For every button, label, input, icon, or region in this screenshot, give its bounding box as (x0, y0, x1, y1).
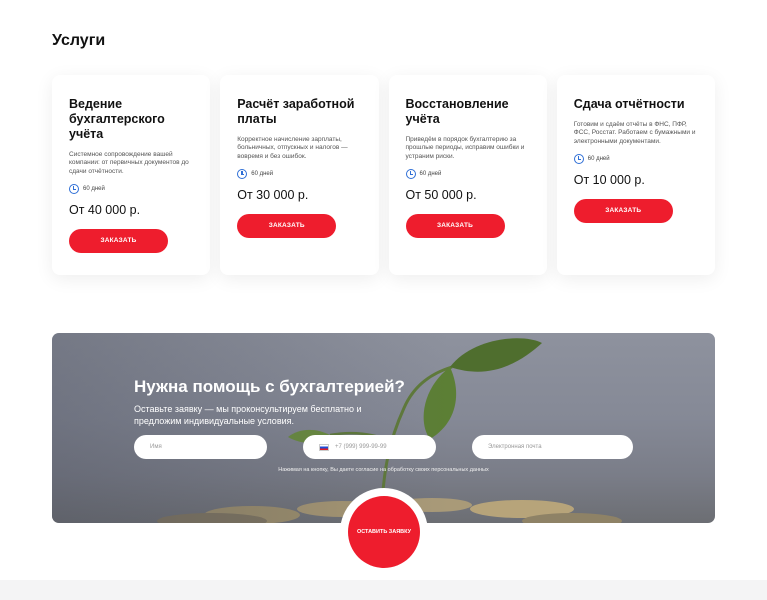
card-duration: 60 дней (405, 168, 530, 179)
card-price: От 40 000 р. (69, 202, 141, 217)
duration-label: 60 дней (419, 170, 442, 177)
clock-icon (405, 168, 416, 179)
email-input[interactable]: Электронная почта (472, 435, 633, 459)
phone-input[interactable]: +7 (999) 999-99-99 (303, 435, 436, 459)
card-description: Системное сопровождение вашей компании: … (69, 151, 189, 175)
service-card: Расчёт заработной платы Корректное начис… (220, 75, 379, 275)
card-duration: 60 дней (69, 183, 193, 194)
card-price: От 30 000 р. (237, 187, 309, 202)
clock-icon (69, 183, 79, 194)
service-card: Ведение бухгалтерского учёта Системное с… (52, 75, 211, 275)
card-duration: 60 дней (237, 168, 361, 179)
russia-flag-icon (319, 443, 329, 451)
name-input[interactable]: Имя (134, 435, 267, 459)
order-button[interactable]: ЗАКАЗАТЬ (405, 213, 505, 238)
card-price: От 10 000 р. (573, 172, 645, 187)
name-placeholder: Имя (150, 444, 162, 450)
duration-label: 60 дней (587, 155, 610, 162)
services-list: Ведение бухгалтерского учёта Системное с… (52, 75, 715, 275)
card-duration: 60 дней (573, 153, 698, 164)
cta-title: Нужна помощь с бухгалтерией? (134, 377, 405, 396)
order-button[interactable]: ЗАКАЗАТЬ (69, 228, 168, 253)
card-title: Ведение бухгалтерского учёта (69, 97, 165, 141)
submit-request-button[interactable]: ОСТАВИТЬ ЗАЯВКУ (348, 496, 420, 568)
card-description: Корректное начисление зарплаты, больничн… (237, 136, 348, 160)
card-description: Приведём в порядок бухгалтерию за прошлы… (405, 136, 525, 160)
clock-icon (573, 153, 584, 164)
consent-text: Нажимая на кнопку, Вы даете согласие на … (278, 467, 489, 473)
card-title: Восстановление учёта (405, 97, 509, 126)
card-title: Расчёт заработной платы (237, 97, 355, 126)
section-title: Услуги (52, 32, 106, 49)
order-button[interactable]: ЗАКАЗАТЬ (573, 198, 673, 223)
submit-button-ring: ОСТАВИТЬ ЗАЯВКУ (340, 488, 428, 576)
service-card: Восстановление учёта Приведём в порядок … (388, 75, 547, 275)
cta-subtitle: Оставьте заявку — мы проконсультируем бе… (134, 404, 362, 426)
clock-icon (237, 168, 248, 179)
duration-label: 60 дней (251, 170, 274, 177)
card-title: Сдача отчётности (573, 97, 685, 111)
card-price: От 50 000 р. (405, 187, 477, 202)
service-card: Сдача отчётности Готовим и сдаём отчёты … (556, 75, 715, 275)
order-button[interactable]: ЗАКАЗАТЬ (237, 213, 337, 238)
duration-label: 60 дней (83, 185, 105, 192)
footer-strip (0, 580, 767, 600)
email-placeholder: Электронная почта (488, 444, 542, 450)
card-description: Готовим и сдаём отчёты в ФНС, ПФР, ФСС, … (573, 121, 696, 145)
phone-placeholder: +7 (999) 999-99-99 (335, 444, 387, 450)
